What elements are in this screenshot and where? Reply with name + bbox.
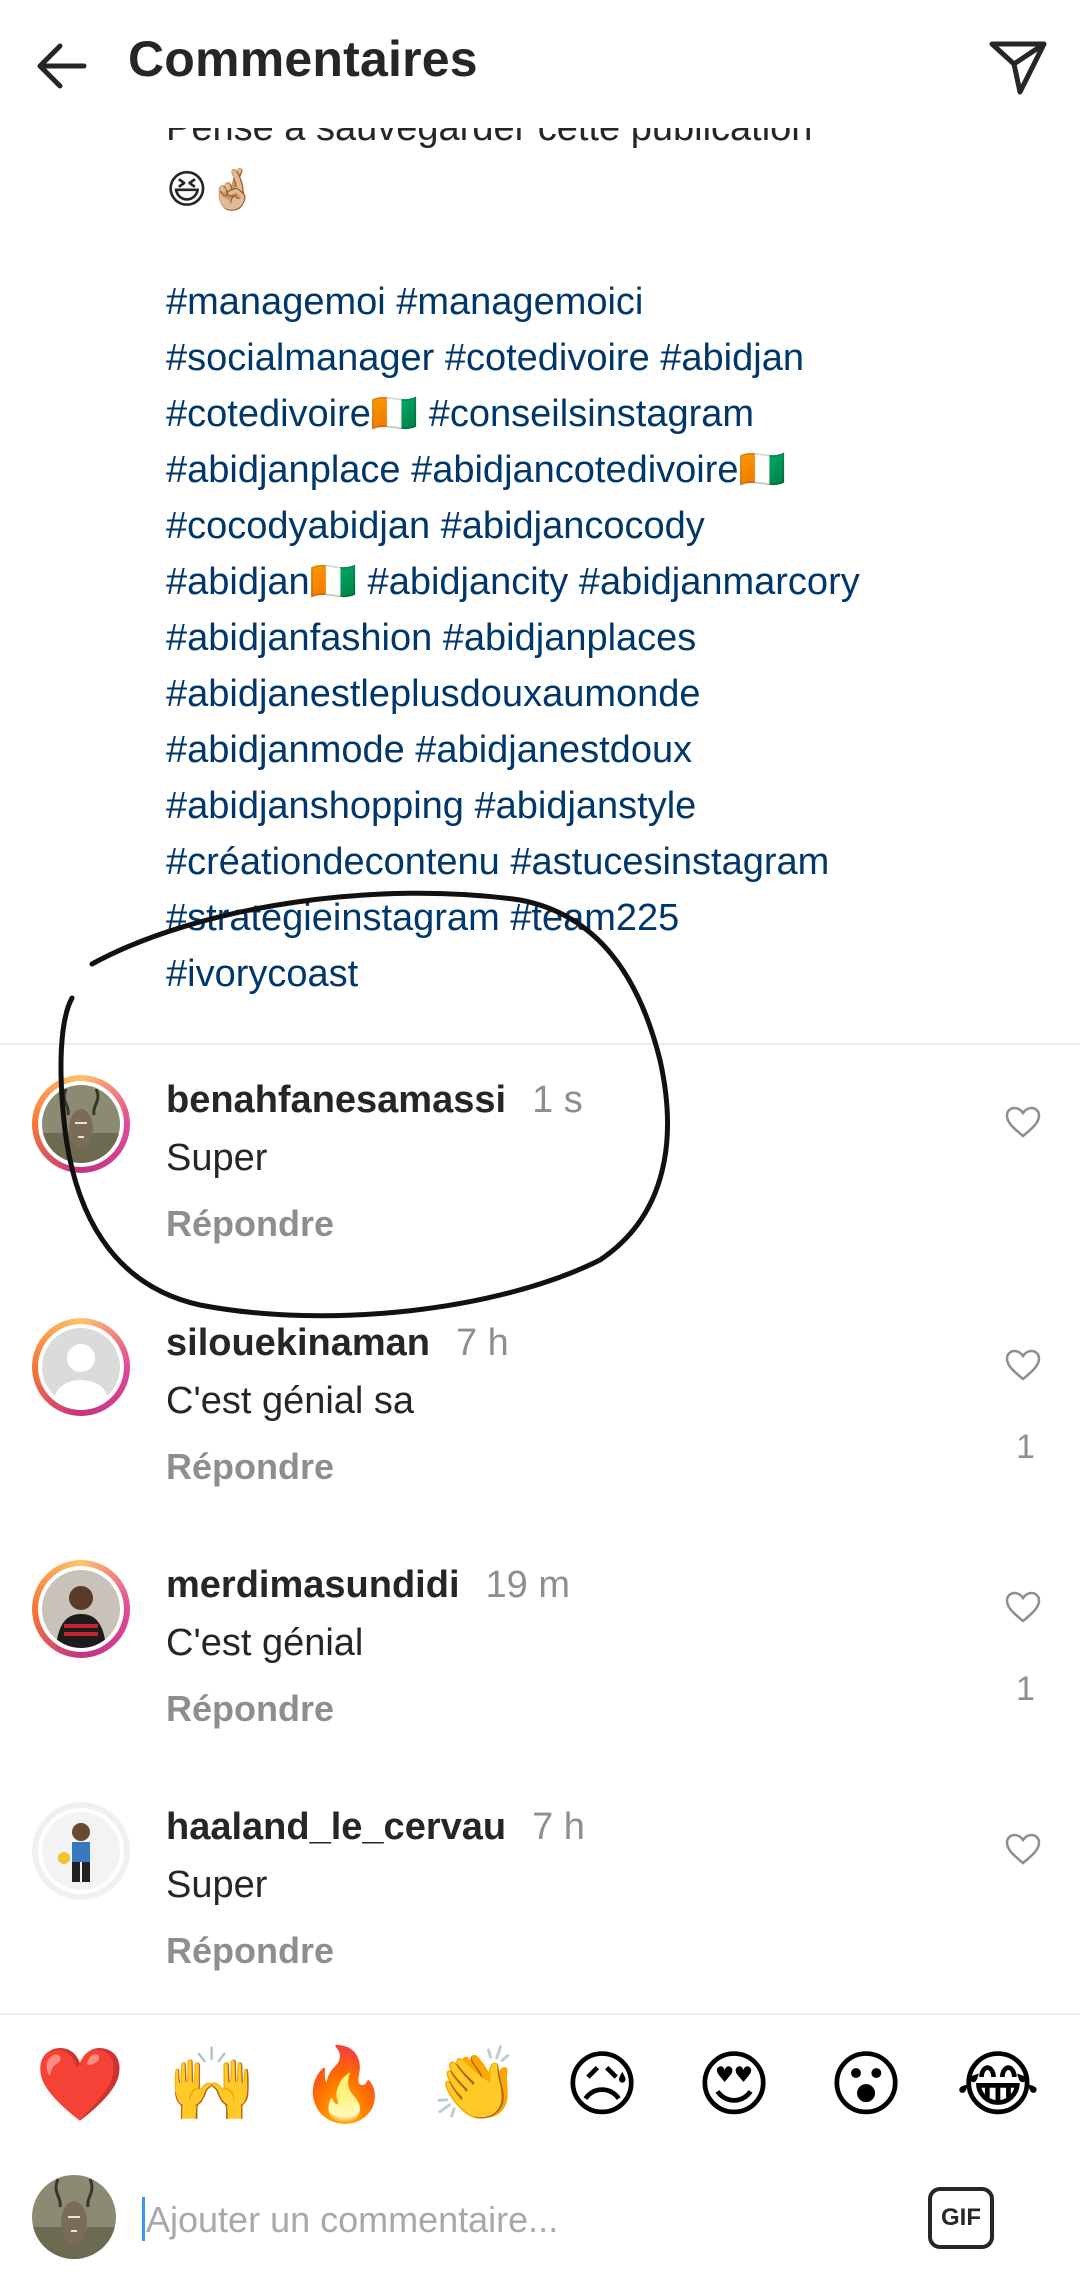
hashtag-line[interactable]: #cotedivoire🇨🇮 #conseilsinstagram: [166, 386, 1046, 442]
like-count: 1: [1016, 1428, 1035, 1466]
reply-button[interactable]: Répondre: [166, 1930, 334, 1972]
gif-button[interactable]: GIF: [928, 2187, 994, 2249]
emoji-button-heart[interactable]: ❤️: [32, 2045, 128, 2125]
hashtags: #managemoi #managemoici #socialmanager #…: [166, 274, 1046, 1002]
comment-item: silouekinaman 7 h C'est génial sa Répondr…: [0, 1318, 1080, 1558]
hashtag-line[interactable]: #créationdecontenu #astucesinstagram: [166, 834, 1046, 890]
comment-time: 1 s: [532, 1079, 583, 1121]
kudu-avatar-image: [42, 1085, 120, 1163]
comment-text: C'est génial sa: [166, 1380, 415, 1422]
hashtag-line[interactable]: #abidjanestleplusdouxaumonde: [166, 666, 1046, 722]
hashtag-line[interactable]: #abidjanshopping #abidjanstyle: [166, 778, 1046, 834]
emoji-button-sad[interactable]: 😥: [554, 2045, 650, 2125]
hashtag-line[interactable]: #abidjanfashion #abidjanplaces: [166, 610, 1046, 666]
hashtag-line[interactable]: #managemoi #managemoici: [166, 274, 1046, 330]
comment-item: benahfanesamassi 1 s Super Répondre: [0, 1075, 1080, 1315]
emoji-button-laughing[interactable]: 😂: [950, 2045, 1046, 2125]
avatar[interactable]: [32, 1802, 130, 1900]
comment-text: Super: [166, 1864, 268, 1906]
paper-plane-icon[interactable]: [986, 34, 1050, 98]
comment-item: haaland_le_cervau 7 h Super Répondre: [0, 1802, 1080, 2042]
heart-icon[interactable]: [1004, 1832, 1042, 1866]
comment-time: 7 h: [532, 1806, 585, 1848]
hashtag-line[interactable]: #cocodyabidjan #abidjancocody: [166, 498, 1046, 554]
caption-emojis: 😆🤞🏼: [166, 168, 258, 212]
post-caption: Pense à sauvegarder cette publication 😆🤞…: [166, 100, 1046, 1002]
emoji-button-raised-hands[interactable]: 🙌: [164, 2045, 260, 2125]
text-caret: [142, 2197, 145, 2241]
hashtag-line[interactable]: #socialmanager #cotedivoire #abidjan: [166, 330, 1046, 386]
like-count: 1: [1016, 1670, 1035, 1708]
emoji-button-surprised[interactable]: 😮: [818, 2045, 914, 2125]
comment-username[interactable]: merdimasundidi 19 m: [166, 1564, 570, 1607]
emoji-button-clap[interactable]: 👏: [428, 2045, 524, 2125]
hashtag-line[interactable]: #abidjanmode #abidjanestdoux: [166, 722, 1046, 778]
reply-button[interactable]: Répondre: [166, 1203, 334, 1245]
reply-button[interactable]: Répondre: [166, 1688, 334, 1730]
heart-icon[interactable]: [1004, 1348, 1042, 1382]
reply-button[interactable]: Répondre: [166, 1446, 334, 1488]
comment-username[interactable]: silouekinaman 7 h: [166, 1322, 509, 1365]
arrow-left-icon[interactable]: [30, 34, 94, 98]
emoji-quick-bar: ❤️ 🙌 🔥 👏 😥 😍 😮 😂: [0, 2013, 1080, 2151]
comment-composer: GIF: [0, 2149, 1080, 2283]
emoji-button-heart-eyes[interactable]: 😍: [686, 2045, 782, 2125]
avatar: [32, 2175, 116, 2259]
page-title: Commentaires: [128, 31, 478, 87]
avatar[interactable]: [32, 1318, 130, 1416]
hashtag-line[interactable]: #abidjanplace #abidjancotedivoire🇨🇮: [166, 442, 1046, 498]
hashtag-line[interactable]: #abidjan🇨🇮 #abidjancity #abidjanmarcory: [166, 554, 1046, 610]
comment-username[interactable]: haaland_le_cervau 7 h: [166, 1806, 585, 1849]
hashtag-line[interactable]: #ivorycoast: [166, 946, 1046, 1002]
comment-text: C'est génial: [166, 1622, 364, 1664]
emoji-button-fire[interactable]: 🔥: [296, 2045, 392, 2125]
comment-input[interactable]: [142, 2189, 848, 2251]
comment-time: 19 m: [485, 1564, 570, 1606]
heart-icon[interactable]: [1004, 1590, 1042, 1624]
comment-username[interactable]: benahfanesamassi 1 s: [166, 1079, 583, 1122]
hashtag-line[interactable]: #strategieinstagram #team225: [166, 890, 1046, 946]
user-photo-avatar-image: [42, 1570, 120, 1648]
comment-item: merdimasundidi 19 m C'est génial Répondre…: [0, 1560, 1080, 1800]
comment-time: 7 h: [455, 1322, 509, 1364]
avatar[interactable]: [32, 1075, 130, 1173]
avatar[interactable]: [32, 1560, 130, 1658]
user-photo-avatar-image: [42, 1812, 120, 1890]
default-avatar-image: [42, 1328, 120, 1406]
divider: [0, 1043, 1080, 1045]
heart-icon[interactable]: [1004, 1105, 1042, 1139]
top-bar: Commentaires: [0, 0, 1080, 128]
comment-text: Super: [166, 1137, 268, 1179]
